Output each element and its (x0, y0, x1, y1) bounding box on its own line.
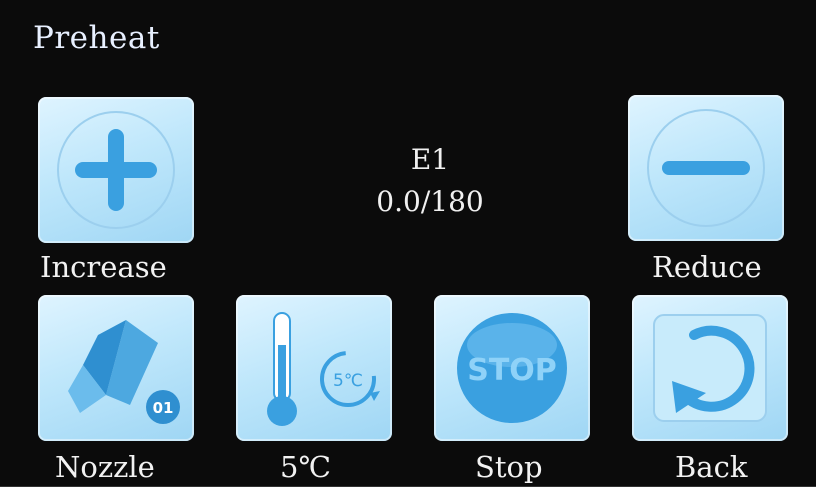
temperature-readout: E1 0.0/180 (330, 140, 530, 222)
back-arrow-icon (653, 314, 767, 422)
plus-icon (57, 111, 175, 229)
nozzle-icon: 01 (68, 320, 180, 424)
thermometer-icon: 5℃ (267, 312, 380, 426)
reduce-label: Reduce (652, 250, 762, 284)
back-label: Back (675, 450, 748, 484)
nozzle-badge: 01 (153, 399, 174, 417)
back-button[interactable] (632, 295, 788, 441)
minus-icon (647, 109, 765, 227)
stop-icon: STOP (457, 313, 567, 423)
temperature-step-label: 5℃ (280, 450, 331, 484)
page-title: Preheat (33, 20, 160, 56)
preheat-screen: Preheat E1 0.0/180 Increase Reduce 01 No… (0, 0, 816, 487)
stop-badge: STOP (467, 353, 557, 388)
nozzle-button[interactable]: 01 (38, 295, 194, 441)
reduce-button[interactable] (628, 95, 784, 241)
stop-button[interactable]: STOP (434, 295, 590, 441)
step-badge: 5℃ (333, 371, 363, 391)
increase-label: Increase (40, 250, 167, 284)
temperature-step-button[interactable]: 5℃ (236, 295, 392, 441)
stop-label: Stop (475, 450, 543, 484)
temperature-value: 0.0/180 (376, 185, 484, 218)
extruder-label: E1 (410, 143, 450, 176)
increase-button[interactable] (38, 97, 194, 243)
nozzle-label: Nozzle (55, 450, 155, 484)
